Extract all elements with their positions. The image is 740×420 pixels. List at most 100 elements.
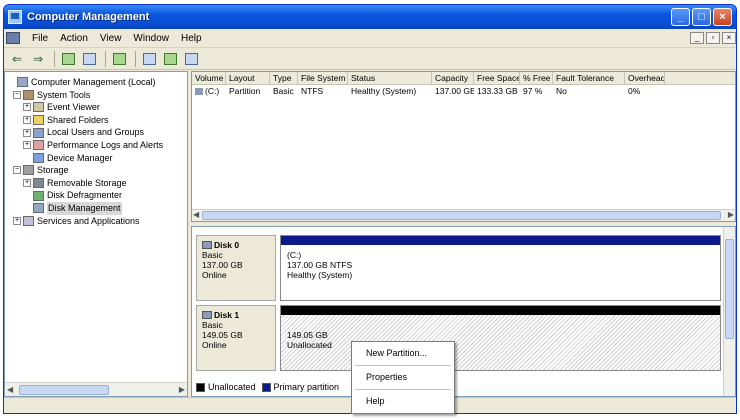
- disk-icon: [202, 311, 212, 319]
- expand-icon[interactable]: +: [23, 141, 31, 150]
- unallocated-size: 149.05 GB: [287, 330, 328, 340]
- disk-management-icon: [33, 203, 44, 214]
- computer-icon: [17, 77, 28, 88]
- cell-type: Basic: [273, 86, 294, 96]
- scroll-left-icon[interactable]: ◀: [7, 385, 13, 394]
- child-close-button[interactable]: ×: [722, 32, 736, 44]
- menu-item-new-partition[interactable]: New Partition...: [352, 345, 454, 362]
- menu-file[interactable]: File: [26, 33, 54, 44]
- show-hide-tree-icon[interactable]: [80, 51, 98, 67]
- cell-volume: (C:): [205, 86, 220, 96]
- tree-item-computer-management[interactable]: Computer Management (Local): [5, 76, 187, 89]
- tree-item-removable-storage[interactable]: + Removable Storage: [5, 177, 187, 190]
- scroll-right-icon[interactable]: ▶: [728, 210, 734, 219]
- maximize-button[interactable]: □: [692, 8, 711, 26]
- tree-item-device-manager[interactable]: Device Manager: [5, 152, 187, 165]
- disk-0-type: Basic: [202, 250, 223, 260]
- disk-1-size: 149.05 GB: [202, 330, 243, 340]
- scroll-thumb[interactable]: [19, 384, 109, 395]
- column-header-overhead[interactable]: Overhead: [625, 72, 665, 84]
- column-header-free-space[interactable]: Free Space: [474, 72, 520, 84]
- console-tree: Computer Management (Local) − System Too…: [4, 71, 188, 397]
- expand-icon[interactable]: +: [23, 103, 31, 112]
- cell-capacity: 137.00 GB: [435, 86, 474, 96]
- tree-horizontal-scrollbar[interactable]: ◀ ▶: [5, 382, 187, 396]
- mmc-system-menu-icon[interactable]: [6, 32, 20, 44]
- context-menu: New Partition... Properties Help: [351, 341, 455, 414]
- expand-icon[interactable]: +: [13, 216, 21, 225]
- collapse-icon[interactable]: −: [13, 90, 21, 99]
- menu-action[interactable]: Action: [54, 33, 94, 44]
- forward-icon[interactable]: ⇒: [29, 51, 47, 67]
- defragmenter-icon: [33, 190, 44, 201]
- column-header-capacity[interactable]: Capacity: [432, 72, 474, 84]
- close-button[interactable]: ×: [713, 8, 732, 26]
- tree-item-services-and-applications[interactable]: + Services and Applications: [5, 215, 187, 228]
- expand-icon[interactable]: +: [23, 179, 31, 188]
- title-bar[interactable]: Computer Management _ □ ×: [4, 5, 736, 29]
- table-row[interactable]: (C:) Partition Basic NTFS Healthy (Syste…: [192, 85, 735, 97]
- tree-item-performance-logs[interactable]: + Performance Logs and Alerts: [5, 139, 187, 152]
- properties-icon[interactable]: [110, 51, 128, 67]
- system-tools-icon: [23, 89, 34, 100]
- column-header-fault-tolerance[interactable]: Fault Tolerance: [553, 72, 625, 84]
- cell-overhead: 0%: [628, 86, 641, 96]
- disk-0-name: Disk 0: [214, 240, 240, 250]
- volume-list-horizontal-scrollbar[interactable]: ◀ ▶: [192, 209, 735, 221]
- menu-item-help[interactable]: Help: [352, 393, 454, 410]
- scroll-right-icon[interactable]: ▶: [179, 385, 185, 394]
- disk-1-type: Basic: [202, 320, 223, 330]
- disk-view-vertical-scrollbar[interactable]: [723, 227, 735, 396]
- cell-file-system: NTFS: [301, 86, 324, 96]
- cell-layout: Partition: [229, 86, 261, 96]
- up-icon[interactable]: [59, 51, 77, 67]
- tree-item-event-viewer[interactable]: + Event Viewer: [5, 101, 187, 114]
- help-icon[interactable]: [140, 51, 158, 67]
- unallocated-space[interactable]: 149.05 GB Unallocated: [280, 305, 721, 371]
- tree-item-system-tools[interactable]: − System Tools: [5, 89, 187, 102]
- expand-icon[interactable]: +: [23, 128, 31, 137]
- collapse-icon[interactable]: −: [13, 166, 21, 175]
- menu-item-properties[interactable]: Properties: [352, 369, 454, 386]
- menu-window[interactable]: Window: [127, 33, 175, 44]
- device-manager-icon: [33, 152, 44, 163]
- event-viewer-icon: [33, 102, 44, 113]
- tree-item-storage[interactable]: − Storage: [5, 164, 187, 177]
- action-icon[interactable]: [161, 51, 179, 67]
- tree-item-shared-folders[interactable]: + Shared Folders: [5, 114, 187, 127]
- tree-item-disk-management[interactable]: Disk Management: [5, 201, 187, 215]
- legend-unallocated: Unallocated: [208, 382, 256, 392]
- disk-0-label[interactable]: Disk 0 Basic 137.00 GB Online: [196, 235, 276, 301]
- volume-list-header: Volume Layout Type File System Status Ca…: [192, 72, 735, 85]
- volume-list: Volume Layout Type File System Status Ca…: [191, 71, 736, 222]
- computer-management-icon: [8, 10, 22, 24]
- column-header-percent-free[interactable]: % Free: [520, 72, 553, 84]
- menu-bar: File Action View Window Help _ ▫ ×: [4, 29, 736, 48]
- removable-storage-icon: [33, 178, 44, 189]
- partition-c[interactable]: (C:) 137.00 GB NTFS Healthy (System): [280, 235, 721, 301]
- scroll-thumb[interactable]: [202, 211, 721, 220]
- child-restore-button[interactable]: ▫: [706, 32, 720, 44]
- minimize-button[interactable]: _: [671, 8, 690, 26]
- back-icon[interactable]: ⇐: [8, 51, 26, 67]
- menu-help[interactable]: Help: [175, 33, 208, 44]
- disk-0-row: Disk 0 Basic 137.00 GB Online (C:) 137.0…: [196, 235, 721, 301]
- disk-1-label[interactable]: Disk 1 Basic 149.05 GB Online: [196, 305, 276, 371]
- column-header-status[interactable]: Status: [348, 72, 432, 84]
- legend-primary-partition: Primary partition: [273, 382, 340, 392]
- scroll-thumb[interactable]: [725, 239, 734, 339]
- view-icon[interactable]: [182, 51, 200, 67]
- column-header-type[interactable]: Type: [270, 72, 298, 84]
- tree-item-disk-defragmenter[interactable]: Disk Defragmenter: [5, 189, 187, 202]
- child-minimize-button[interactable]: _: [690, 32, 704, 44]
- primary-partition-swatch: [261, 382, 271, 392]
- disk-1-status: Online: [202, 340, 227, 350]
- scroll-left-icon[interactable]: ◀: [193, 210, 199, 219]
- menu-view[interactable]: View: [94, 33, 128, 44]
- column-header-layout[interactable]: Layout: [226, 72, 270, 84]
- column-header-volume[interactable]: Volume: [192, 72, 226, 84]
- column-header-file-system[interactable]: File System: [298, 72, 348, 84]
- tree-item-local-users-and-groups[interactable]: + Local Users and Groups: [5, 126, 187, 139]
- window-title: Computer Management: [27, 11, 150, 23]
- expand-icon[interactable]: +: [23, 116, 31, 125]
